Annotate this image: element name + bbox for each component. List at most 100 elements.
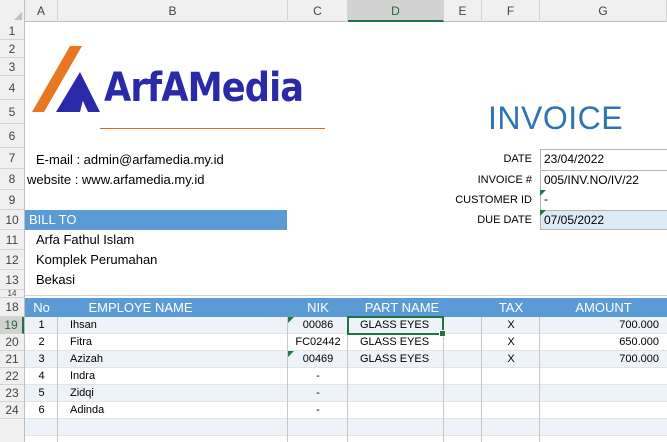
column-divider [539,317,540,442]
row-header-1[interactable]: 1 [0,22,24,40]
invoice-title: INVOICE [488,100,624,136]
column-divider [481,317,482,442]
invoice-number-label: INVOICE # [477,174,532,186]
column-header-a[interactable]: A [25,0,58,22]
column-header-g[interactable]: G [540,0,667,22]
cell-amount: 700.000 [619,353,659,365]
header-part-name: PART NAME [364,300,440,315]
cell-nik: - [316,387,320,399]
row-header-5[interactable]: 5 [0,100,24,124]
cell-no: 3 [38,353,45,365]
cell-amount: 650.000 [619,336,659,348]
row-header-11[interactable]: 11 [0,230,24,250]
cell-nik: FC02442 [295,336,341,348]
cell-no: 1 [38,319,45,331]
date-label: DATE [503,153,532,165]
cell-amount: 700.000 [619,319,659,331]
date-value[interactable]: 23/04/2022 [540,149,667,169]
row-header-10[interactable]: 10 [0,210,24,230]
row-header-9[interactable]: 9 [0,190,24,210]
worksheet-grid[interactable]: ArfAMedia INVOICE E-mail : admin@arfamed… [25,22,667,442]
column-header-d[interactable]: D [348,0,444,22]
cell-employe-name: Fitra [70,336,92,348]
column-divider [287,317,288,442]
logo-mark-icon [32,46,100,112]
header-tax: TAX [498,300,524,315]
logo-wordmark: ArfAMedia [104,65,304,111]
table-row[interactable]: 3 Azizah 00469 GLASS EYES X 700.000 [25,351,667,368]
customer-id-label: CUSTOMER ID [455,194,532,206]
column-header-bar: A B C D E F G [0,0,667,22]
company-logo: ArfAMedia [30,42,330,129]
active-cell-selection[interactable] [347,316,446,337]
table-row[interactable]: 1 Ihsan 00086 GLASS EYES X 700.000 [25,317,667,334]
table-row[interactable]: 5 Zidqi - [25,385,667,402]
row-header-18[interactable]: 18 [0,298,24,317]
row-header-12[interactable]: 12 [0,250,24,270]
cell-nik: 00469 [302,353,334,365]
row-header-21[interactable]: 21 [0,351,24,368]
table-row[interactable]: 4 Indra - [25,368,667,385]
contact-website: website : www.arfamedia.my.id [27,172,205,187]
due-date-value[interactable]: 07/05/2022 [540,210,667,230]
hidden-rows-divider [25,290,667,296]
cell-employe-name: Adinda [70,404,105,416]
error-indicator-icon [288,351,294,357]
select-all-button[interactable] [0,0,25,22]
row-header-4[interactable]: 4 [0,76,24,100]
logo-underline [100,128,325,129]
row-header-7[interactable]: 7 [0,148,24,169]
table-header: No EMPLOYE NAME NIK PART NAME TAX AMOUNT [25,298,667,317]
row-header-14[interactable]: 14 [0,290,24,298]
invoice-number-value[interactable]: 005/INV.NO/IV/22 [540,170,667,190]
row-header-23[interactable]: 23 [0,385,24,402]
bill-to-header: BILL TO [25,210,287,230]
cell-tax: X [507,353,515,365]
cell-tax: X [507,319,515,331]
column-divider [57,317,58,442]
comment-indicator-icon [540,190,546,196]
row-header-19[interactable]: 19 [0,317,24,334]
column-divider [347,317,348,442]
row-header-bar: 1 2 3 4 5 6 7 8 9 10 11 12 13 14 18 19 2… [0,22,25,442]
bill-to-address-2: Bekasi [36,272,76,287]
cell-employe-name: Ihsan [70,319,97,331]
header-no: No [33,300,50,315]
bill-to-address-1: Komplek Perumahan [36,252,158,267]
cell-no: 5 [38,387,45,399]
header-nik: NIK [307,300,329,315]
cell-no: 4 [38,370,45,382]
bill-to-name: Arfa Fathul Islam [36,232,135,247]
cell-no: 2 [38,336,45,348]
column-header-e[interactable]: E [444,0,482,22]
table-row[interactable]: 2 Fitra FC02442 GLASS EYES X 650.000 [25,334,667,351]
cell-nik: - [316,370,320,382]
cell-tax: X [507,336,515,348]
cell-employe-name: Zidqi [70,387,94,399]
error-indicator-icon [288,317,294,323]
row-header-3[interactable]: 3 [0,58,24,76]
cell-employe-name: Azizah [70,353,104,365]
column-header-c[interactable]: C [288,0,348,22]
row-header-2[interactable]: 2 [0,40,24,58]
row-header-22[interactable]: 22 [0,368,24,385]
table-row[interactable]: 6 Adinda - [25,402,667,419]
header-amount: AMOUNT [575,300,632,315]
column-header-b[interactable]: B [58,0,288,22]
contact-email: E-mail : admin@arfamedia.my.id [36,152,224,167]
header-employe-name: EMPLOYE NAME [88,300,193,315]
row-header-8[interactable]: 8 [0,169,24,190]
cell-no: 6 [38,404,45,416]
table-row[interactable] [25,419,667,436]
cell-nik: 00086 [302,319,334,331]
row-header-24[interactable]: 24 [0,402,24,419]
cell-employe-name: Indra [70,370,96,382]
cell-part-name: GLASS EYES [360,336,430,348]
customer-id-value[interactable]: - [540,190,667,210]
comment-indicator-icon [540,210,546,216]
row-header-13[interactable]: 13 [0,270,24,290]
row-header-20[interactable]: 20 [0,334,24,351]
row-header-6[interactable]: 6 [0,124,24,148]
column-header-f[interactable]: F [482,0,540,22]
cell-part-name: GLASS EYES [360,353,430,365]
